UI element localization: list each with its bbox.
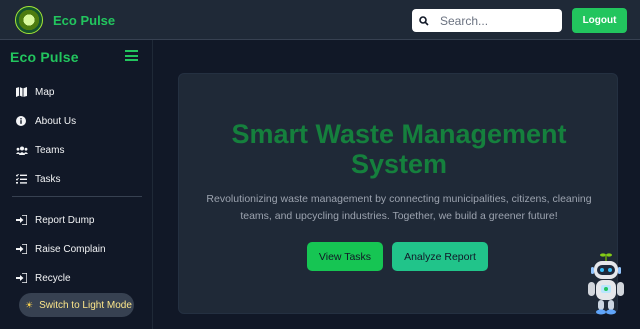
sign-in-icon xyxy=(16,244,34,254)
sign-in-icon xyxy=(16,273,34,283)
eco-pulse-logo[interactable] xyxy=(15,6,43,34)
sidebar-item-map[interactable]: Map xyxy=(16,82,54,102)
sidebar-brand: Eco Pulse xyxy=(10,49,79,65)
sidebar-item-teams[interactable]: Teams xyxy=(16,140,64,160)
sidebar-divider xyxy=(12,196,142,197)
sidebar-item-raise-complain[interactable]: Raise Complain xyxy=(16,239,106,259)
sidebar-item-tasks[interactable]: Tasks xyxy=(16,169,61,189)
users-icon xyxy=(16,146,34,155)
hamburger-menu-icon[interactable] xyxy=(125,50,138,61)
sidebar-item-about-us[interactable]: About Us xyxy=(16,111,76,131)
sidebar-item-label: Report Dump xyxy=(35,214,95,226)
sidebar-item-label: Raise Complain xyxy=(35,243,106,255)
hero-description: Revolutionizing waste management by conn… xyxy=(206,193,592,222)
search-input[interactable] xyxy=(436,13,556,28)
map-icon xyxy=(16,87,34,97)
logout-button[interactable]: Logout xyxy=(572,8,627,33)
sidebar-item-label: Teams xyxy=(35,144,65,156)
hero-card: Smart Waste Management System Revolution… xyxy=(178,73,618,314)
light-mode-toggle-label: Switch to Light Mode xyxy=(39,299,132,311)
light-mode-toggle[interactable]: ☀ Switch to Light Mode xyxy=(19,293,134,317)
sidebar-item-label: Recycle xyxy=(35,272,71,284)
sidebar-item-recycle[interactable]: Recycle xyxy=(16,268,71,288)
sidebar-item-label: About Us xyxy=(35,115,77,127)
top-navbar: Eco Pulse Logout xyxy=(0,0,640,40)
robot-assistant-icon[interactable] xyxy=(584,252,628,316)
hero-title: Smart Waste Management System xyxy=(231,119,567,179)
sign-in-icon xyxy=(16,215,34,225)
sidebar-item-label: Tasks xyxy=(35,173,61,185)
header-brand[interactable]: Eco Pulse xyxy=(53,13,115,28)
search-icon xyxy=(412,15,436,26)
sidebar: Eco Pulse Map About Us Teams Tasks Repor… xyxy=(0,40,153,329)
view-tasks-button[interactable]: View Tasks xyxy=(307,242,383,271)
tasks-icon xyxy=(16,174,34,184)
sun-icon: ☀ xyxy=(25,299,34,310)
info-icon xyxy=(16,116,34,126)
sidebar-item-label: Map xyxy=(35,86,55,98)
sidebar-item-report-dump[interactable]: Report Dump xyxy=(16,210,94,230)
search-box[interactable] xyxy=(412,9,562,32)
analyze-report-button[interactable]: Analyze Report xyxy=(392,242,488,271)
